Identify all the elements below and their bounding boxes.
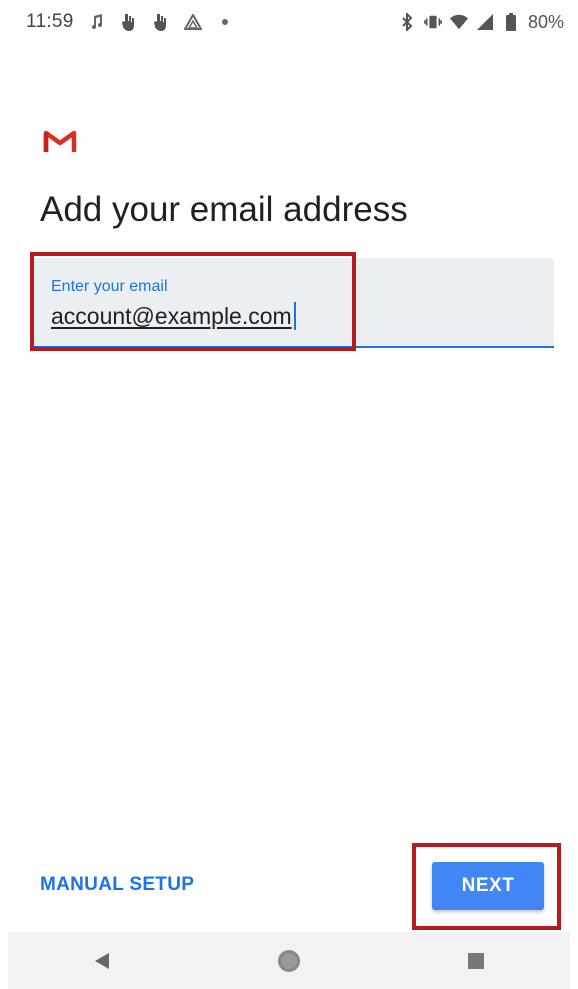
triangle-icon [183, 13, 202, 31]
signal-icon [476, 13, 494, 31]
page-title: Add your email address [40, 190, 408, 229]
vibrate-icon [424, 13, 442, 31]
wifi-icon [449, 13, 468, 31]
manual-setup-button[interactable]: MANUAL SETUP [40, 874, 194, 896]
status-time: 11:59 [26, 11, 74, 32]
home-icon[interactable] [269, 941, 309, 981]
gmail-logo [43, 128, 77, 154]
email-field[interactable]: Enter your email account@example.com [33, 258, 554, 348]
text-caret [294, 302, 296, 330]
hand-icon [120, 13, 138, 31]
back-icon[interactable] [82, 941, 122, 981]
email-field-value[interactable]: account@example.com [51, 303, 292, 330]
next-button[interactable]: NEXT [432, 862, 544, 910]
navigation-bar [8, 932, 570, 989]
status-right: 80% [398, 12, 578, 33]
recents-icon[interactable] [456, 941, 496, 981]
screen: 11:59 80% Add your email address Enter y… [0, 0, 578, 989]
status-bar: 11:59 80% [0, 0, 578, 44]
music-note-icon [88, 13, 106, 31]
battery-percentage: 80% [527, 11, 564, 32]
status-left: 11:59 [0, 11, 234, 33]
email-field-label: Enter your email [51, 278, 168, 295]
dot-icon [216, 13, 234, 31]
bluetooth-icon [398, 13, 416, 31]
hand-icon [152, 13, 170, 31]
battery-icon [502, 13, 520, 31]
